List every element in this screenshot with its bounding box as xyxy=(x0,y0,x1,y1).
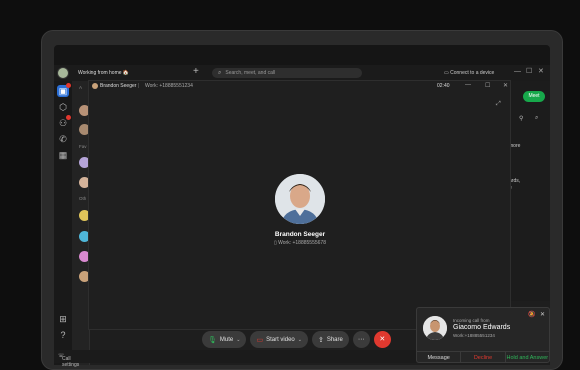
calls-icon[interactable]: ✆ xyxy=(57,133,69,145)
toast-actions: Message Decline Hold and Answer xyxy=(417,351,549,363)
share-label: Share xyxy=(326,336,343,343)
incoming-caller-number: Work:+18885551234 xyxy=(453,333,495,338)
search-icon[interactable]: ⌕ xyxy=(535,115,538,122)
minimize-icon[interactable]: — xyxy=(465,82,471,88)
search-icon: ⌕ xyxy=(218,69,222,76)
caller-number: ▯ Work: +18885555678 xyxy=(239,240,361,246)
right-panel: Meet ⚲ ⌕ more ards, e xyxy=(509,81,550,301)
video-off-icon: ▭ xyxy=(256,336,264,344)
link-icon[interactable]: ⚲ xyxy=(519,115,523,122)
incoming-caller-name: Giacomo Edwards xyxy=(453,324,511,331)
caller-number-text: Work: +18885555678 xyxy=(278,240,326,246)
calendar-icon[interactable]: ▦ xyxy=(57,149,69,161)
mute-button[interactable]: 🎙 Mute ⌄ xyxy=(202,331,247,348)
hangup-icon[interactable]: ✕ xyxy=(373,331,391,348)
call-window: Brandon Seeger | Work: +18885551234 02:4… xyxy=(88,80,511,330)
microphone-icon: 🎙 xyxy=(208,336,217,344)
apps-icon[interactable]: ⊞ xyxy=(57,313,69,325)
separator: | xyxy=(138,83,140,89)
incoming-label: Incoming call from xyxy=(453,318,490,323)
hold-and-answer-button[interactable]: Hold and Answer xyxy=(506,352,549,363)
close-icon[interactable]: ✕ xyxy=(503,82,508,89)
mute-ringer-icon[interactable]: 🔕 xyxy=(528,311,535,318)
expand-icon[interactable]: ⤢ xyxy=(496,101,501,108)
caller-small-avatar xyxy=(92,83,98,89)
teams-icon[interactable]: ⬡ xyxy=(57,101,69,113)
start-video-button[interactable]: ▭ Start video ⌄ xyxy=(250,331,308,348)
connect-device-label: Connect to a device xyxy=(450,70,495,76)
call-settings-button[interactable]: ☏ Call settings xyxy=(58,353,79,368)
minimize-icon[interactable]: — xyxy=(514,68,521,76)
notification-badge xyxy=(66,115,71,120)
close-icon[interactable]: ✕ xyxy=(538,68,544,76)
share-icon: ⇪ xyxy=(317,336,324,344)
incoming-call-toast: Incoming call from Giacomo Edwards Work:… xyxy=(416,307,550,363)
share-button[interactable]: ⇪ Share xyxy=(311,331,349,348)
caller-name: Brandon Seeger xyxy=(274,231,326,238)
search-input[interactable]: ⌕ Search, meet, and call xyxy=(212,68,362,78)
call-settings-label: Call settings xyxy=(62,356,80,368)
search-placeholder: Search, meet, and call xyxy=(225,70,276,76)
user-avatar[interactable] xyxy=(57,67,69,79)
more-icon[interactable]: ··· xyxy=(352,331,370,348)
messaging-icon[interactable]: ▣ xyxy=(57,83,71,97)
help-icon[interactable]: ? xyxy=(57,329,69,341)
plus-icon[interactable]: + xyxy=(193,67,199,77)
chevron-down-icon[interactable]: ⌄ xyxy=(236,337,240,343)
chevron-down-icon[interactable]: ⌄ xyxy=(298,337,302,343)
list-tab[interactable]: A xyxy=(79,85,82,90)
connect-device-button[interactable]: ▭ Connect to a device xyxy=(444,70,494,76)
call-timer: 02:40 xyxy=(437,83,450,89)
meet-button[interactable]: Meet xyxy=(523,91,545,102)
notification-badge xyxy=(66,83,71,88)
section-label: Oth xyxy=(79,196,87,201)
caller-avatar xyxy=(275,174,325,224)
mute-label: Mute xyxy=(219,336,234,343)
nav-rail: ▣ ⬡ ⚇ ✆ ▦ ⊞ ? Help xyxy=(54,81,72,365)
title-bar: Working from home 🏠 + ⌕ Search, meet, an… xyxy=(54,65,550,81)
contacts-icon[interactable]: ⚇ xyxy=(57,115,71,129)
status-text[interactable]: Working from home 🏠 xyxy=(78,70,129,76)
maximize-icon[interactable]: ☐ xyxy=(526,68,532,76)
message-button[interactable]: Message xyxy=(417,352,462,363)
section-label: Fav xyxy=(79,144,87,149)
decline-button[interactable]: Decline xyxy=(461,352,506,363)
header-caller-name: Brandon Seeger xyxy=(100,83,137,89)
call-window-header: Brandon Seeger | Work: +18885551234 02:4… xyxy=(89,81,510,91)
header-caller-number: Work: +18885551234 xyxy=(145,83,193,89)
maximize-icon[interactable]: ☐ xyxy=(485,82,490,89)
call-controls: 🎙 Mute ⌄ ▭ Start video ⌄ ⇪ Share ··· ✕ xyxy=(202,331,391,350)
bottom-bar: ☏ Call settings xyxy=(54,350,416,368)
start-video-label: Start video xyxy=(266,336,295,343)
incoming-caller-avatar xyxy=(423,316,447,340)
close-icon[interactable]: ✕ xyxy=(540,311,545,318)
